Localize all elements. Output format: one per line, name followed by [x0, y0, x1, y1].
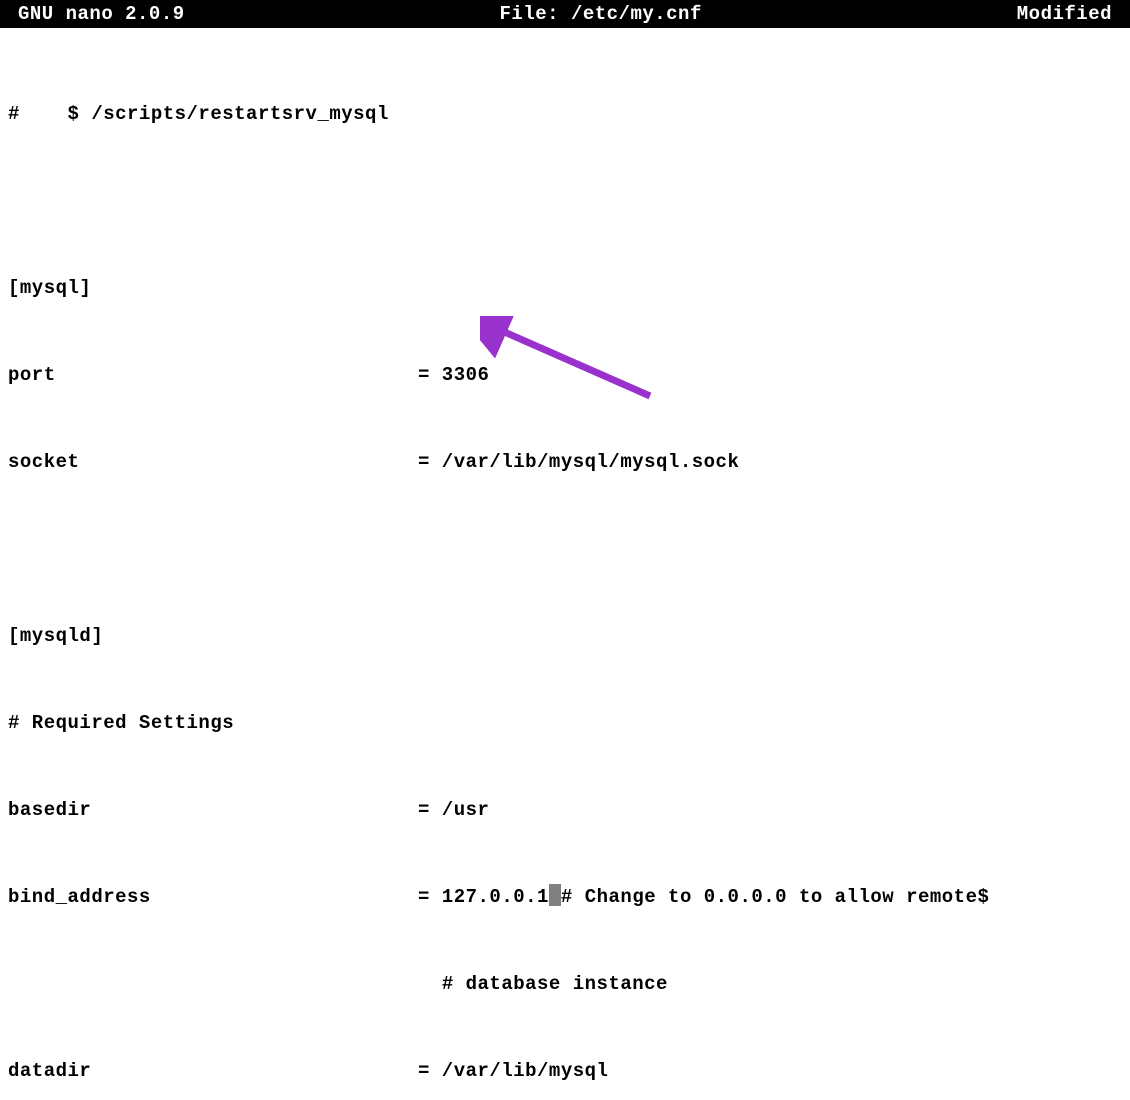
section-header: [mysql] [8, 274, 1122, 303]
comment-text: # Required Settings [8, 709, 234, 738]
bind-address-value: = 127.0.0.1 [418, 886, 549, 908]
cursor [549, 884, 561, 906]
config-value: = /usr [418, 796, 489, 825]
config-key: basedir [8, 796, 418, 825]
continuation-comment: # database instance [418, 970, 668, 999]
editor-content-area[interactable]: # $ /scripts/restartsrv_mysql [mysql] po… [0, 28, 1130, 1100]
blank-line [8, 187, 1122, 216]
config-value: = 3306 [418, 361, 489, 390]
config-value: = /var/lib/mysql/mysql.sock [418, 448, 739, 477]
section-label: [mysqld] [8, 622, 103, 651]
app-name: GNU nano 2.0.9 [0, 0, 185, 28]
config-key: port [8, 361, 418, 390]
config-value: = /var/lib/mysql [418, 1057, 608, 1086]
file-name: File: /etc/my.cnf [185, 0, 1017, 28]
config-line: # $ /scripts/restartsrv_mysql [8, 100, 1122, 129]
config-line: bind_address= 127.0.0.1 # Change to 0.0.0… [8, 883, 1122, 912]
config-line: port= 3306 [8, 361, 1122, 390]
config-key: bind_address [8, 883, 418, 912]
config-value: = 127.0.0.1 # Change to 0.0.0.0 to allow … [418, 883, 989, 912]
config-key: datadir [8, 1057, 418, 1086]
section-header: [mysqld] [8, 622, 1122, 651]
empty-key [8, 970, 418, 999]
comment-line: # Required Settings [8, 709, 1122, 738]
continuation-line: # database instance [8, 970, 1122, 999]
inline-comment: # Change to 0.0.0.0 to allow remote$ [561, 886, 989, 908]
editor-title-bar: GNU nano 2.0.9 File: /etc/my.cnf Modifie… [0, 0, 1130, 28]
comment-text: # $ /scripts/restartsrv_mysql [8, 100, 389, 129]
config-key: socket [8, 448, 418, 477]
config-line: datadir= /var/lib/mysql [8, 1057, 1122, 1086]
config-line: basedir= /usr [8, 796, 1122, 825]
config-line: socket= /var/lib/mysql/mysql.sock [8, 448, 1122, 477]
modified-status: Modified [1017, 0, 1130, 28]
section-label: [mysql] [8, 274, 91, 303]
